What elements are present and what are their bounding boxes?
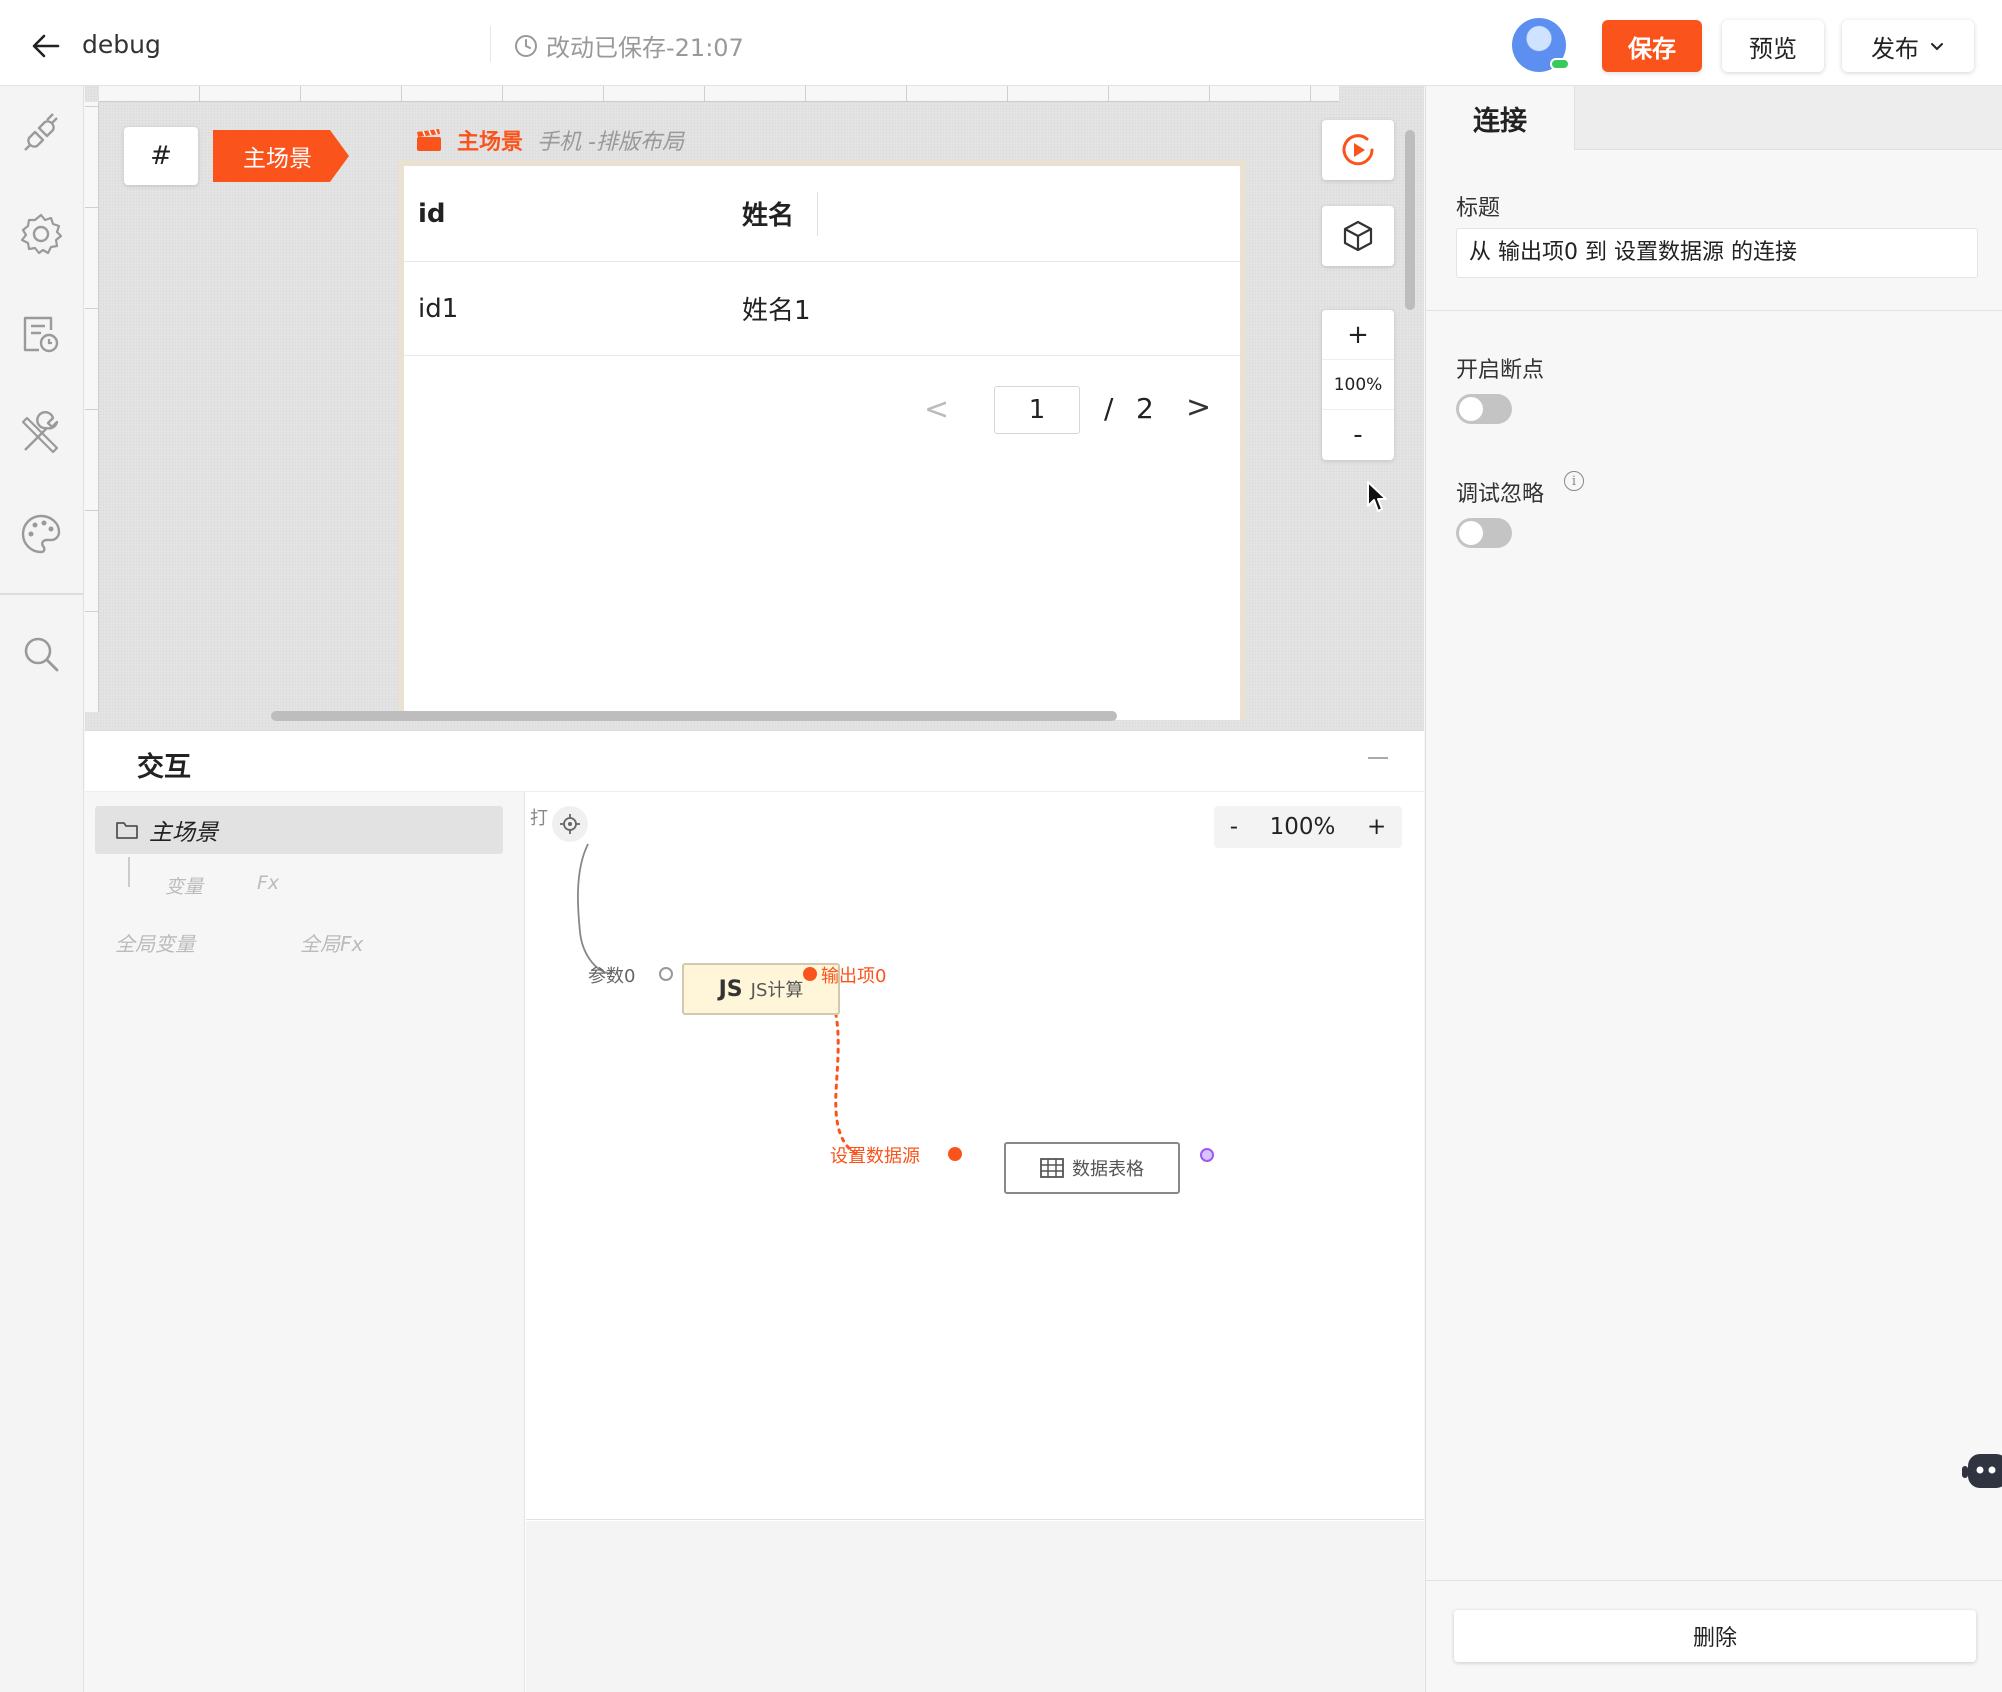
pager-total-pages: 2 <box>1136 392 1154 425</box>
data-table-node[interactable]: 数据表格 <box>1004 1142 1180 1194</box>
caption-layout-name: 手机 -排版布局 <box>537 130 684 155</box>
play-circle-icon <box>1342 134 1374 166</box>
user-avatar[interactable] <box>1512 18 1570 72</box>
title-input[interactable]: 从 输出项0 到 设置数据源 的连接 <box>1456 228 1978 278</box>
canvas-caption: 主场景 手机 -排版布局 <box>415 124 684 156</box>
page-number-input[interactable]: 1 <box>994 386 1080 434</box>
debug-ignore-toggle[interactable] <box>1456 518 1512 548</box>
search-icon[interactable] <box>17 630 65 678</box>
pagination: < 1 / 2 > <box>404 386 1240 438</box>
tab-connection[interactable]: 连接 <box>1426 86 1574 150</box>
horizontal-scrollbar[interactable] <box>271 711 1117 721</box>
assistant-robot-icon[interactable] <box>1960 1446 2002 1494</box>
phone-preview-frame: id 姓名 id1 姓名1 < 1 / 2 > <box>398 160 1246 720</box>
zoom-level: 100% <box>1322 360 1394 410</box>
settings-icon[interactable] <box>17 210 65 258</box>
input-port[interactable] <box>659 967 673 981</box>
panel-divider <box>1426 310 2002 311</box>
save-status: 改动已保存-21:07 <box>514 28 744 63</box>
interaction-panel: 交互 主场景 变量 Fx 全局变量 全局Fx 打 - 100% + 参数0 JS… <box>85 730 1424 1692</box>
collapse-icon[interactable] <box>1368 757 1388 759</box>
tab-bar-empty <box>1574 86 2002 150</box>
properties-panel: 连接 标题 从 输出项0 到 设置数据源 的连接 开启断点 调试忽略 i 删除 <box>1425 86 2002 1692</box>
tools-icon[interactable] <box>17 410 65 458</box>
flow-connections <box>577 843 858 1156</box>
interaction-title: 交互 <box>137 752 191 783</box>
table-output-port[interactable] <box>1200 1148 1214 1162</box>
panel-bottom-divider <box>1426 1580 2002 1581</box>
publish-button-label: 发布 <box>1871 34 1919 63</box>
variables-item[interactable]: 变量 <box>165 872 203 899</box>
online-status-dot <box>1550 58 1570 70</box>
tree-connector-line <box>128 857 130 887</box>
3d-view-button[interactable] <box>1322 206 1394 266</box>
ruler-top <box>99 86 1339 102</box>
data-file-icon[interactable] <box>17 310 65 358</box>
input-port-label: 参数0 <box>588 966 636 987</box>
clock-icon <box>515 34 537 57</box>
pager-prev-button[interactable]: < <box>924 392 949 427</box>
table-header-cell: id <box>418 198 446 229</box>
info-icon[interactable]: i <box>1564 471 1584 491</box>
save-button[interactable]: 保存 <box>1602 20 1702 72</box>
zoom-out-button[interactable]: - <box>1322 410 1394 460</box>
save-status-text: 改动已保存-21:07 <box>546 34 744 62</box>
fx-item[interactable]: Fx <box>257 872 279 894</box>
table-cell: 姓名1 <box>742 296 811 326</box>
palette-icon[interactable] <box>17 510 65 558</box>
plug-icon[interactable] <box>17 110 65 158</box>
run-button[interactable] <box>1322 120 1394 180</box>
design-canvas[interactable]: # 主场景 主场景 手机 -排版布局 id 姓名 id1 姓名1 < 1 / 2… <box>85 86 1424 730</box>
app-title: debug <box>82 30 161 59</box>
table-node-label: 数据表格 <box>1072 1159 1144 1180</box>
js-node-label: JS计算 <box>750 980 804 1001</box>
canvas-zoom-control: + 100% - <box>1322 310 1394 460</box>
publish-button[interactable]: 发布 <box>1842 20 1974 72</box>
flow-bottom-area <box>526 1521 1424 1692</box>
logic-flow-canvas[interactable]: 打 - 100% + 参数0 JS JS计算 输出项0 设置数据源 数据表格 <box>526 792 1424 1520</box>
breakpoint-toggle[interactable] <box>1456 394 1512 424</box>
folder-icon <box>116 822 138 839</box>
js-node-prefix: JS <box>718 976 743 1002</box>
debug-ignore-label: 调试忽略 <box>1456 482 1545 507</box>
target-port[interactable] <box>948 1147 962 1161</box>
clapperboard-icon <box>417 129 441 151</box>
delete-button[interactable]: 删除 <box>1454 1610 1976 1662</box>
mouse-cursor-icon <box>1367 481 1387 512</box>
cube-icon <box>1343 220 1373 252</box>
breakpoint-label: 开启断点 <box>1456 358 1545 383</box>
table-header-cell: 姓名 <box>742 201 795 231</box>
ruler-left <box>85 102 99 712</box>
scene-tag[interactable]: 主场景 <box>213 130 349 182</box>
vertical-scrollbar[interactable] <box>1405 130 1415 310</box>
scene-tree-item-label: 主场景 <box>149 820 218 846</box>
table-row[interactable]: id1 姓名1 <box>404 262 1240 356</box>
scene-tree: 主场景 变量 Fx 全局变量 全局Fx <box>85 792 525 1692</box>
top-header: debug 改动已保存-21:07 保存 预览 发布 <box>0 0 2002 86</box>
table-cell: id1 <box>418 293 459 324</box>
output-port-label: 输出项0 <box>821 966 887 987</box>
caption-scene-name: 主场景 <box>457 130 524 155</box>
chevron-down-icon <box>1931 43 1943 51</box>
hash-button[interactable]: # <box>124 127 198 185</box>
header-divider <box>490 26 491 62</box>
global-fx-item[interactable]: 全局Fx <box>300 928 363 957</box>
output-port[interactable] <box>803 967 817 981</box>
global-variables-item[interactable]: 全局变量 <box>115 928 195 957</box>
zoom-in-button[interactable]: + <box>1322 310 1394 360</box>
pager-separator: / <box>1104 392 1114 425</box>
trigger-link <box>577 843 613 975</box>
back-arrow-icon[interactable] <box>28 28 64 64</box>
preview-button[interactable]: 预览 <box>1722 20 1824 72</box>
table-grid-icon <box>1040 1158 1064 1178</box>
pager-next-button[interactable]: > <box>1186 390 1211 425</box>
rail-divider <box>0 593 84 595</box>
scene-tree-item[interactable]: 主场景 <box>95 806 503 854</box>
left-rail <box>0 86 84 1692</box>
table-header-row: id 姓名 <box>404 166 1240 262</box>
target-port-label: 设置数据源 <box>830 1146 920 1167</box>
title-field-label: 标题 <box>1456 196 1501 221</box>
column-separator <box>817 192 818 236</box>
